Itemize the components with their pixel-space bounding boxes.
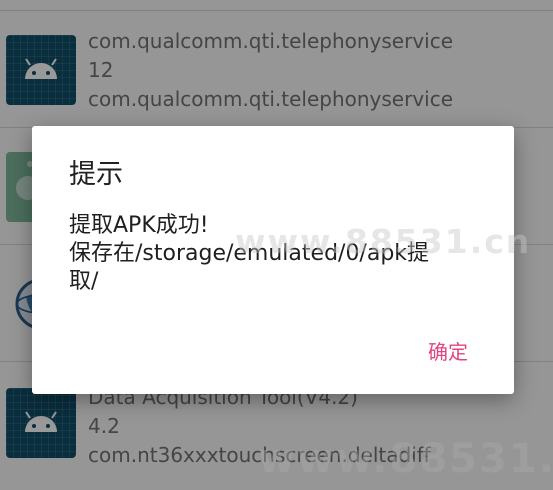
confirm-button[interactable]: 确定 (428, 336, 468, 365)
dialog-message: 提取APK成功! 保存在/storage/emulated/0/apk提 取/ (69, 212, 479, 296)
dialog-message-line: 取/ (69, 269, 99, 294)
alert-dialog: 提示 提取APK成功! 保存在/storage/emulated/0/apk提 … (32, 126, 514, 394)
dialog-message-line: 提取APK成功! (69, 213, 209, 238)
dialog-message-line: 保存在/storage/emulated/0/apk提 (69, 241, 430, 266)
dialog-title: 提示 (69, 159, 123, 190)
